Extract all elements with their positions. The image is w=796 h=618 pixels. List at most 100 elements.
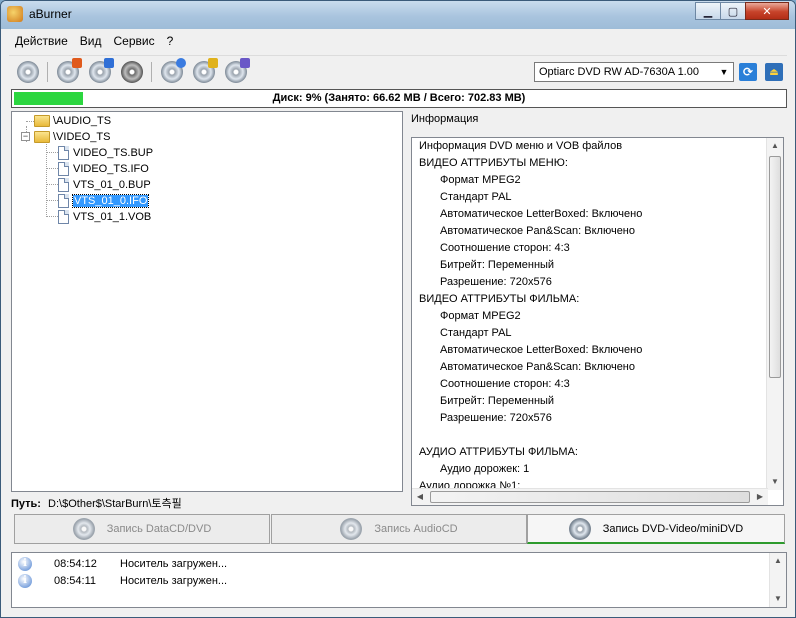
info-attribute-line: Битрейт: Переменный xyxy=(440,395,555,407)
menu-help[interactable]: ? xyxy=(161,31,180,51)
drive-select[interactable]: Optiarc DVD RW AD-7630A 1.00 ▼ xyxy=(534,62,734,82)
path-display: Путь: D:\$Other$\StarBurn\토측필 xyxy=(11,495,182,511)
file-icon xyxy=(58,210,69,224)
tree-folder-audio-ts[interactable]: \AUDIO_TS xyxy=(34,113,111,129)
disc-icon xyxy=(72,518,95,540)
folder-icon xyxy=(34,115,50,127)
tree-folder-video-ts[interactable]: \VIDEO_TS xyxy=(34,129,110,145)
folder-open-icon xyxy=(34,131,50,143)
info-heading-line: ВИДЕО АТТРИБУТЫ ФИЛЬМА: xyxy=(419,293,580,305)
info-attribute-line: Разрешение: 720x576 xyxy=(440,276,552,288)
tools-disc-button[interactable] xyxy=(191,58,218,84)
tree-file[interactable]: VTS_01_0.BUP xyxy=(58,177,151,193)
log-entry: i 08:54:12 Носитель загружен... xyxy=(12,557,768,573)
chevron-down-icon: ▼ xyxy=(719,67,729,77)
help-disc-button[interactable] xyxy=(159,58,186,84)
window-title: aBurner xyxy=(29,7,72,21)
window-controls: ▁ ▢ ✕ xyxy=(695,2,789,20)
info-attribute-line: Автоматическое Pan&Scan: Включено xyxy=(440,361,636,373)
info-attribute-line: Разрешение: 720x576 xyxy=(440,412,552,424)
tree-connector xyxy=(46,144,47,217)
close-button[interactable]: ✕ xyxy=(745,2,789,20)
scroll-right-icon[interactable]: ▶ xyxy=(752,489,768,505)
menu-bar: Действие Вид Сервис ? xyxy=(9,31,179,51)
tab-dvd-video[interactable]: Запись DVD-Video/miniDVD xyxy=(527,514,785,544)
info-attribute-line: Соотношение сторон: 4:3 xyxy=(440,242,570,254)
file-icon xyxy=(58,194,69,208)
menu-service[interactable]: Сервис xyxy=(107,31,160,51)
log-time: 08:54:12 xyxy=(54,558,97,570)
info-attribute-line: Формат MPEG2 xyxy=(440,174,521,186)
tree-file-selected[interactable]: VTS_01_0.IFO xyxy=(58,193,150,209)
burn-disc-button[interactable] xyxy=(55,58,82,84)
scroll-down-icon[interactable]: ▼ xyxy=(770,591,786,607)
minimize-button[interactable]: ▁ xyxy=(695,2,721,20)
scroll-up-icon[interactable]: ▲ xyxy=(767,138,783,154)
info-heading-line: ВИДЕО АТТРИБУТЫ МЕНЮ: xyxy=(419,157,568,169)
info-attribute-line: Стандарт PAL xyxy=(440,191,512,203)
horizontal-scrollbar[interactable]: ◀ ▶ xyxy=(412,488,768,505)
tab-label: Запись DataCD/DVD xyxy=(106,523,212,535)
scroll-thumb[interactable] xyxy=(769,156,781,378)
app-icon[interactable] xyxy=(7,6,23,22)
eject-icon: ⏏ xyxy=(769,66,779,78)
scroll-down-icon[interactable]: ▼ xyxy=(767,474,783,490)
eject-disc-button[interactable] xyxy=(119,60,145,84)
disk-usage-bar: Диск: 9% (Занято: 66.62 MB / Всего: 702.… xyxy=(11,89,787,108)
info-attribute-line: Автоматическое LetterBoxed: Включено xyxy=(440,344,643,356)
tree-item-label: VTS_01_0.BUP xyxy=(73,179,151,191)
eject-disc-icon xyxy=(121,61,143,83)
erase-disc-icon xyxy=(89,58,114,83)
info-icon: i xyxy=(18,574,32,588)
log-panel[interactable]: i 08:54:12 Носитель загружен... i 08:54:… xyxy=(11,552,787,608)
path-label: Путь: xyxy=(11,498,41,510)
file-tree: \AUDIO_TS − \VIDEO_TS VIDEO_TS.BUP VIDEO… xyxy=(11,111,403,492)
scroll-up-icon[interactable]: ▲ xyxy=(770,553,786,569)
disc-button[interactable] xyxy=(15,60,41,84)
settings-disc-icon xyxy=(225,58,250,83)
maximize-icon: ▢ xyxy=(727,5,739,18)
tab-label: Запись AudioCD xyxy=(374,523,458,535)
disc-icon xyxy=(17,61,39,83)
eject-tray-button[interactable]: ⏏ xyxy=(765,63,783,81)
tab-data-cd-dvd[interactable]: Запись DataCD/DVD xyxy=(14,514,270,544)
log-entry: i 08:54:11 Носитель загружен... xyxy=(12,574,768,590)
maximize-button[interactable]: ▢ xyxy=(720,2,746,20)
info-attribute-line: Автоматическое LetterBoxed: Включено xyxy=(440,208,643,220)
info-text-panel[interactable]: Информация DVD меню и VOB файлов ВИДЕО АТ… xyxy=(411,137,784,506)
tree-file[interactable]: VTS_01_1.VOB xyxy=(58,209,151,225)
help-disc-icon xyxy=(161,58,186,83)
tree-file[interactable]: VIDEO_TS.BUP xyxy=(58,145,153,161)
drive-select-value: Optiarc DVD RW AD-7630A 1.00 xyxy=(539,66,699,78)
file-icon xyxy=(58,162,69,176)
settings-disc-button[interactable] xyxy=(223,58,250,84)
scroll-left-icon[interactable]: ◀ xyxy=(412,489,428,505)
path-value: D:\$Other$\StarBurn\토측필 xyxy=(48,498,182,510)
tree-file[interactable]: VIDEO_TS.IFO xyxy=(58,161,149,177)
log-scrollbar[interactable]: ▲ ▼ xyxy=(769,553,786,607)
log-message: Носитель загружен... xyxy=(120,558,228,570)
tab-audio-cd[interactable]: Запись AudioCD xyxy=(271,514,527,544)
toolbar-separator xyxy=(151,62,152,82)
tree-item-label: VIDEO_TS.IFO xyxy=(73,163,149,175)
tree-connector xyxy=(46,168,58,169)
menu-view[interactable]: Вид xyxy=(74,31,108,51)
tree-item-label: \AUDIO_TS xyxy=(53,115,112,127)
info-attribute-line: Автоматическое Pan&Scan: Включено xyxy=(440,225,636,237)
toolbar: Optiarc DVD RW AD-7630A 1.00 ▼ ⟳ ⏏ xyxy=(9,55,787,87)
log-time: 08:54:11 xyxy=(54,575,97,587)
info-heading-line: АУДИО АТТРИБУТЫ ФИЛЬМА: xyxy=(419,446,578,458)
info-attribute-line: Аудио дорожек: 1 xyxy=(440,463,530,475)
app-window: aBurner ▁ ▢ ✕ Действие Вид Сервис ? Opti… xyxy=(0,0,796,618)
file-icon xyxy=(58,146,69,160)
menu-action[interactable]: Действие xyxy=(9,31,74,51)
erase-disc-button[interactable] xyxy=(87,58,114,84)
audio-disc-icon xyxy=(340,518,363,540)
title-bar[interactable]: aBurner ▁ ▢ ✕ xyxy=(1,1,795,29)
tree-item-label: \VIDEO_TS xyxy=(53,131,111,143)
collapse-icon[interactable]: − xyxy=(21,132,30,141)
scroll-thumb[interactable] xyxy=(430,491,750,503)
tree-connector xyxy=(46,184,58,185)
vertical-scrollbar[interactable]: ▲ ▼ xyxy=(766,138,783,490)
refresh-button[interactable]: ⟳ xyxy=(739,63,757,81)
